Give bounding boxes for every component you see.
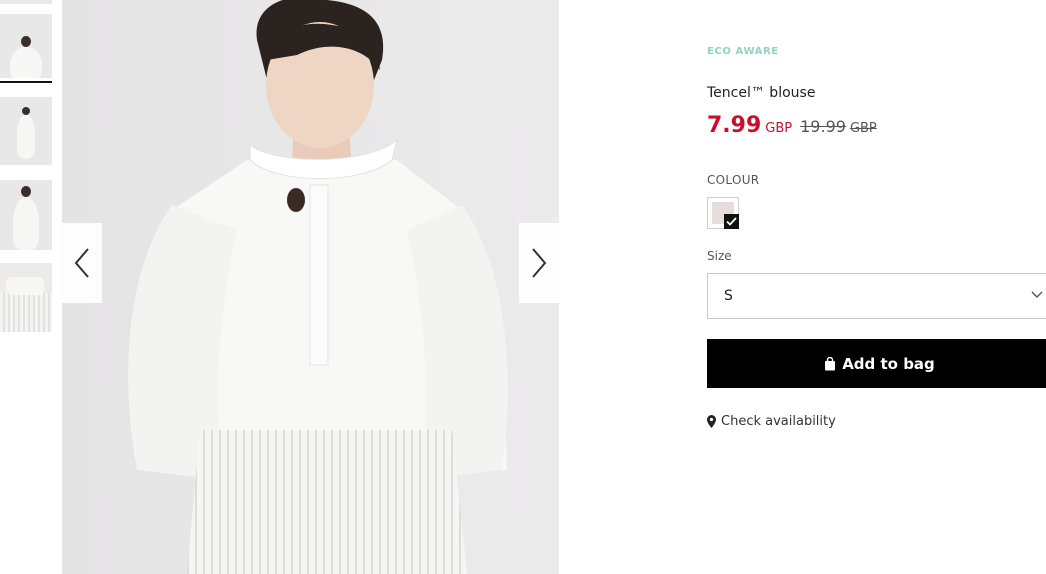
location-pin-icon [707,415,716,428]
colour-label: COLOUR [707,173,760,187]
size-selected-value: S [724,288,733,304]
original-price: 19.99 [800,117,846,136]
sale-price: 7.99 [707,113,762,138]
main-product-image [62,0,559,574]
thumbnail-1[interactable] [0,14,52,78]
colour-swatch-selected[interactable] [707,197,739,229]
checkmark-icon [724,214,739,229]
size-label: Size [707,249,732,263]
shopping-bag-icon [824,356,836,371]
thumbnail-4[interactable] [0,263,52,332]
product-photo [62,0,559,574]
check-availability-label: Check availability [721,414,836,429]
check-availability-link[interactable]: Check availability [707,414,836,429]
chevron-left-icon [74,248,89,278]
add-to-bag-button[interactable]: Add to bag [707,339,1046,388]
thumbnail-2[interactable] [0,97,52,165]
thumbnail-3[interactable] [0,180,52,250]
size-select[interactable]: S [707,273,1046,319]
previous-image-button[interactable] [62,223,102,303]
product-details: ECO AWARE Tencel™ blouse 7.99 GBP 19.99 GBP… [707,0,1046,574]
product-page: ECO AWARE Tencel™ blouse 7.99 GBP 19.99 GBP… [0,0,1046,574]
chevron-right-icon [532,248,547,278]
thumbnail-strip [0,0,58,574]
original-price-currency: GBP [849,121,877,136]
thumbnail-active-indicator [0,81,52,83]
sale-price-currency: GBP [765,121,793,136]
chevron-down-icon [1031,291,1043,298]
next-image-button[interactable] [519,223,559,303]
product-title: Tencel™ blouse [707,85,816,101]
price-row: 7.99 GBP 19.99 GBP [707,113,877,138]
eco-aware-badge: ECO AWARE [707,46,779,57]
add-to-bag-label: Add to bag [842,354,935,373]
thumbnail-0[interactable] [0,0,52,4]
